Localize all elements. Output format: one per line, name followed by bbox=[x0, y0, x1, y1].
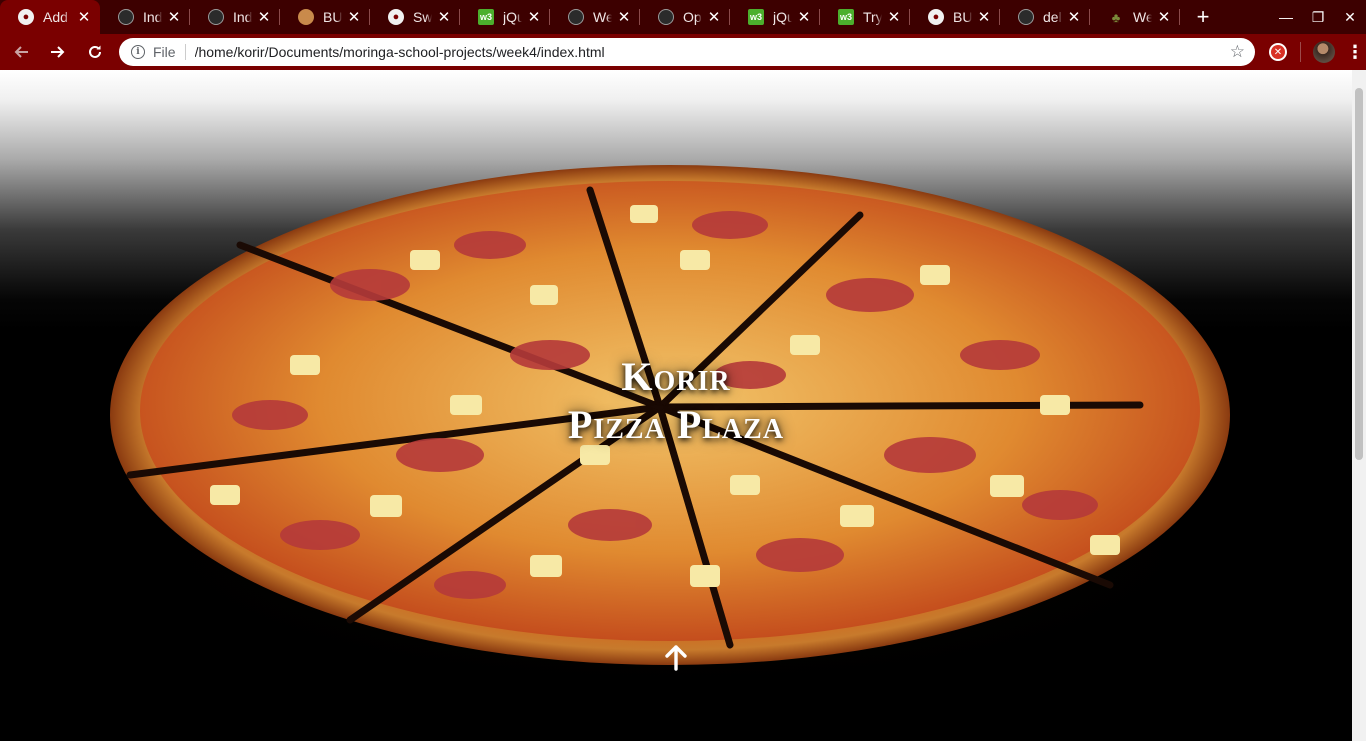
tab-title: Wee bbox=[593, 9, 612, 25]
info-icon[interactable]: i bbox=[131, 45, 145, 59]
tab-close-icon[interactable]: ✕ bbox=[526, 8, 542, 26]
tab-close-icon[interactable]: ✕ bbox=[886, 8, 902, 26]
browser-tab[interactable]: w3 jQu ✕ bbox=[460, 0, 550, 34]
w3schools-icon: w3 bbox=[478, 9, 494, 25]
title-line-2: Pizza Plaza bbox=[567, 402, 785, 447]
browser-tab[interactable]: Opt✕ bbox=[640, 0, 730, 34]
tab-close-icon[interactable]: ✕ bbox=[616, 8, 632, 26]
page-viewport: Korir Pizza Plaza bbox=[0, 70, 1352, 741]
address-bar[interactable]: i File /home/korir/Documents/moringa-sch… bbox=[119, 38, 1255, 66]
tab-title: jQu bbox=[503, 9, 522, 25]
toolbar-divider bbox=[1300, 42, 1301, 62]
window-controls: — ❐ ✕ bbox=[1270, 0, 1366, 34]
title-line-1: Korir bbox=[621, 354, 731, 399]
browser-tab[interactable]: ♣ Wee✕ bbox=[1090, 0, 1180, 34]
tab-title: Opt bbox=[683, 9, 702, 25]
tab-close-icon[interactable]: ✕ bbox=[1066, 8, 1082, 26]
profile-avatar[interactable] bbox=[1313, 41, 1335, 63]
tab-close-icon[interactable]: ✕ bbox=[796, 8, 812, 26]
tab-title: jQu bbox=[773, 9, 792, 25]
tab-strip: ●Add✕Inde✕Inde✕BUE✕●Swe✕w3jQu✕Wee✕Opt✕w3… bbox=[0, 0, 1366, 34]
blocked-extension-icon: ✕ bbox=[1271, 45, 1285, 59]
browser-tab[interactable]: Inde✕ bbox=[190, 0, 280, 34]
tab-title: BUE bbox=[953, 9, 972, 25]
tree-icon: ♣ bbox=[1111, 9, 1121, 25]
tab-close-icon[interactable]: ✕ bbox=[346, 8, 362, 26]
browser-tab[interactable]: dela✕ bbox=[1000, 0, 1090, 34]
extension-button[interactable]: ✕ bbox=[1269, 43, 1287, 61]
tab-title: Swe bbox=[413, 9, 432, 25]
restore-button[interactable]: ❐ bbox=[1302, 0, 1334, 34]
tab-title: dela bbox=[1043, 9, 1062, 25]
tab-close-icon[interactable]: ✕ bbox=[76, 8, 92, 26]
browser-tab[interactable]: ● Add ✕ bbox=[0, 0, 100, 34]
github-icon bbox=[568, 9, 584, 25]
bookmark-star-icon[interactable]: ☆ bbox=[1230, 42, 1245, 62]
tab-title: Add bbox=[43, 9, 68, 25]
tab-close-icon[interactable]: ✕ bbox=[166, 8, 182, 26]
w3schools-icon: w3 bbox=[748, 9, 764, 25]
page-title: Korir Pizza Plaza bbox=[476, 353, 876, 449]
browser-tab[interactable]: w3 jQu ✕ bbox=[730, 0, 820, 34]
omnibox-divider bbox=[184, 44, 186, 60]
tab-close-icon[interactable]: ✕ bbox=[1156, 8, 1172, 26]
new-tab-button[interactable]: + bbox=[1186, 0, 1220, 34]
tab-title: Tryi bbox=[863, 9, 882, 25]
cookie-icon bbox=[298, 9, 314, 25]
reload-icon bbox=[89, 45, 101, 58]
url-text[interactable]: /home/korir/Documents/moringa-school-pro… bbox=[195, 44, 1230, 60]
arrow-left-icon bbox=[14, 46, 28, 58]
tab-close-icon[interactable]: ✕ bbox=[436, 8, 452, 26]
browser-tab[interactable]: ● Swe✕ bbox=[370, 0, 460, 34]
browser-tab[interactable]: w3 Tryi✕ bbox=[820, 0, 910, 34]
tab-title: BUE bbox=[323, 9, 342, 25]
tab-close-icon[interactable]: ✕ bbox=[256, 8, 272, 26]
github-icon bbox=[1018, 9, 1034, 25]
tab-title: Inde bbox=[233, 9, 252, 25]
tab-title: Inde bbox=[143, 9, 162, 25]
scrollbar-thumb[interactable] bbox=[1355, 88, 1363, 460]
reload-button[interactable] bbox=[79, 36, 111, 68]
tab-close-icon[interactable]: ✕ bbox=[706, 8, 722, 26]
globe-icon: ● bbox=[388, 9, 404, 25]
page-scrollbar[interactable] bbox=[1352, 70, 1366, 741]
globe-icon: ● bbox=[18, 9, 34, 25]
tab-title: Wee bbox=[1133, 9, 1152, 25]
tab-separator bbox=[1179, 9, 1180, 25]
browser-tab[interactable]: ● BUE✕ bbox=[910, 0, 1000, 34]
tab-list: ●Add✕Inde✕Inde✕BUE✕●Swe✕w3jQu✕Wee✕Opt✕w3… bbox=[0, 0, 1180, 34]
github-icon bbox=[658, 9, 674, 25]
browser-tab[interactable]: Inde✕ bbox=[100, 0, 190, 34]
browser-tab[interactable]: BUE✕ bbox=[280, 0, 370, 34]
github-icon bbox=[118, 9, 134, 25]
forward-button[interactable] bbox=[42, 36, 74, 68]
back-button[interactable] bbox=[5, 36, 37, 68]
browser-menu-button[interactable]: ⋮ bbox=[1344, 42, 1366, 63]
arrow-up-icon[interactable] bbox=[664, 644, 688, 672]
close-window-button[interactable]: ✕ bbox=[1334, 0, 1366, 34]
w3schools-icon: w3 bbox=[838, 9, 854, 25]
browser-toolbar: i File /home/korir/Documents/moringa-sch… bbox=[0, 34, 1366, 70]
scheme-label: File bbox=[153, 44, 176, 60]
minimize-button[interactable]: — bbox=[1270, 0, 1302, 34]
github-icon bbox=[208, 9, 224, 25]
browser-tab[interactable]: Wee✕ bbox=[550, 0, 640, 34]
globe-icon: ● bbox=[928, 9, 944, 25]
arrow-right-icon bbox=[51, 46, 65, 58]
tab-close-icon[interactable]: ✕ bbox=[976, 8, 992, 26]
